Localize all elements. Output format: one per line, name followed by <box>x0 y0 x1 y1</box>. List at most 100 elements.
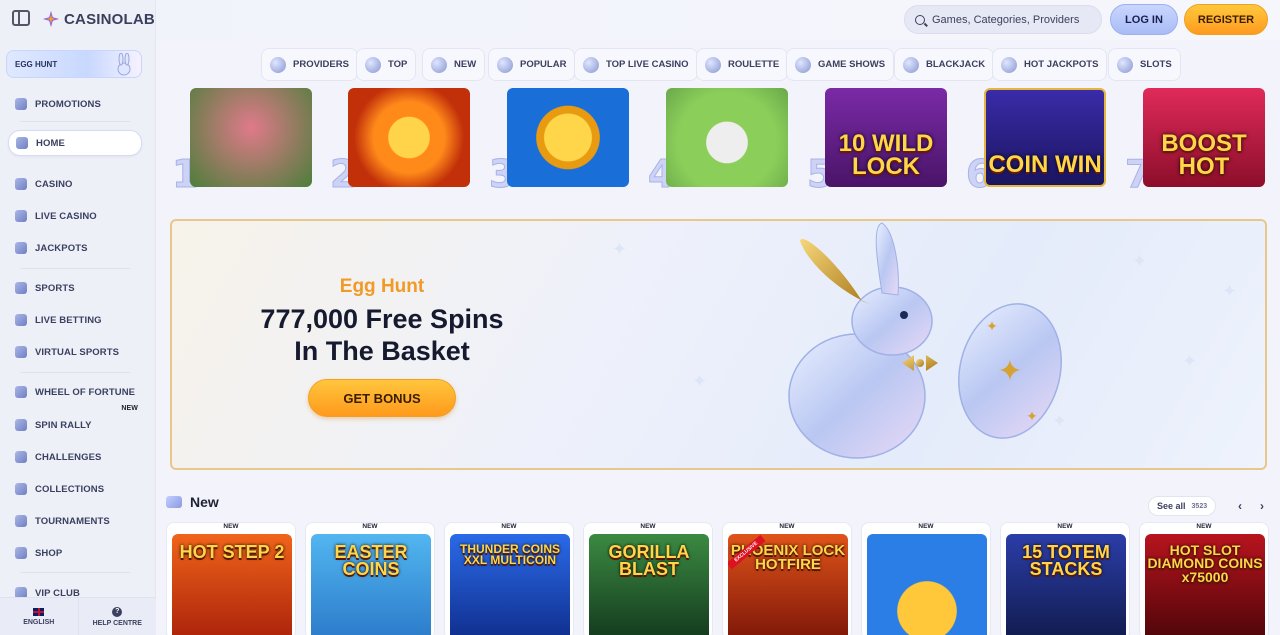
game-thumbnail[interactable]: HOT SLOT DIAMOND COINS x75000 <box>1145 534 1265 635</box>
category-popular[interactable]: POPULAR <box>488 48 576 81</box>
new-game-card[interactable]: NEW EASTER COINS <box>305 522 435 635</box>
sidebar-item-shop[interactable]: SHOP <box>8 540 142 566</box>
egg-hunt-banner[interactable]: ✦ ✦ ✦ ✦ ✦ ✦ Egg Hunt 777,000 Free Spins … <box>170 219 1267 470</box>
new-game-card[interactable]: NEW THUNDER COINS XXL MULTICOIN <box>444 522 574 635</box>
get-bonus-button[interactable]: GET BONUS <box>308 379 456 417</box>
divider <box>20 268 130 269</box>
category-hot-jackpots[interactable]: HOT JACKPOTS <box>992 48 1108 81</box>
sidebar-item-challenges[interactable]: CHALLENGES <box>8 444 142 470</box>
svg-text:✦: ✦ <box>1026 408 1038 424</box>
sidebar-item-promotions[interactable]: PROMOTIONS <box>8 91 142 117</box>
top-bar: Games, Categories, Providers LOG IN REGI… <box>156 0 1280 40</box>
sidebar-item-tournaments[interactable]: TOURNAMENTS <box>8 508 142 534</box>
sidebar-item-wheel-of-fortune[interactable]: WHEEL OF FORTUNE <box>8 379 142 405</box>
login-button[interactable]: LOG IN <box>1110 4 1178 35</box>
game-thumbnail[interactable]: THUNDER COINS XXL MULTICOIN <box>450 534 570 635</box>
new-game-card[interactable]: NEW EXCLUSIVE PHOENIX LOCK HOTFIRE <box>722 522 852 635</box>
top-games-row: 1 2 3 4 5 10 WILD LOCK 6 COIN WIN 7 BOOS… <box>170 86 1280 197</box>
category-top[interactable]: TOP <box>356 48 417 81</box>
top-game-card[interactable]: 3 <box>487 86 634 197</box>
search-placeholder: Games, Categories, Providers <box>932 13 1080 26</box>
top-game-card[interactable]: 7 BOOST HOT <box>1123 86 1270 197</box>
category-top-live-casino[interactable]: TOP LIVE CASINO <box>574 48 698 81</box>
top-game-card[interactable]: 1 <box>170 86 317 197</box>
new-game-card[interactable]: NEW 15 TOTEM STACKS <box>1000 522 1130 635</box>
category-blackjack[interactable]: BLACKJACK <box>894 48 995 81</box>
game-thumbnail[interactable] <box>666 88 788 187</box>
new-badge: NEW <box>223 523 239 530</box>
top-game-card[interactable]: 4 <box>646 86 793 197</box>
top-icon <box>365 56 381 73</box>
game-title: THUNDER COINS XXL MULTICOIN <box>459 542 560 568</box>
search-input[interactable]: Games, Categories, Providers <box>904 5 1102 34</box>
see-all-button[interactable]: See all 3523 <box>1148 496 1217 516</box>
game-thumbnail[interactable] <box>348 88 470 187</box>
blackjack-icon <box>903 56 919 73</box>
category-new[interactable]: NEW <box>422 48 486 81</box>
game-thumbnail[interactable]: COIN WIN <box>984 88 1106 187</box>
new-game-card[interactable]: NEW HOT STEP 2 <box>166 522 296 635</box>
category-bar: PROVIDERS TOP NEW POPULAR TOP LIVE CASIN… <box>156 44 1280 84</box>
sidebar-item-virtual-sports[interactable]: VIRTUAL SPORTS <box>8 339 142 365</box>
category-label: NEW <box>454 59 477 70</box>
help-centre-button[interactable]: ? HELP CENTRE <box>77 598 157 635</box>
sidebar-item-label: COLLECTIONS <box>35 483 105 495</box>
top-game-card[interactable]: 5 10 WILD LOCK <box>805 86 952 197</box>
chevron-left-icon[interactable]: ‹ <box>1232 498 1248 514</box>
banner-title: 777,000 Free Spins In The Basket <box>172 303 592 367</box>
hot-jackpots-icon <box>1001 56 1017 73</box>
game-title: 15 TOTEM STACKS <box>1022 542 1110 580</box>
category-game-shows[interactable]: GAME SHOWS <box>786 48 895 81</box>
language-label: ENGLISH <box>23 618 55 626</box>
sidebar-item-live-betting[interactable]: LIVE BETTING <box>8 307 142 333</box>
glass-bunny-illustration: ✦ ✦ ✦ <box>788 222 1062 459</box>
egg-hunt-tile[interactable]: EGG HUNT <box>6 50 142 78</box>
game-thumbnail[interactable] <box>190 88 312 187</box>
chevron-right-icon[interactable]: › <box>1254 498 1270 514</box>
new-game-card[interactable]: NEW HOT SLOT DIAMOND COINS x75000 <box>1139 522 1269 635</box>
sidebar-item-jackpots[interactable]: JACKPOTS <box>8 235 142 261</box>
category-label: PROVIDERS <box>293 59 349 70</box>
top-game-card[interactable]: 6 COIN WIN <box>964 86 1111 197</box>
casino-icon <box>15 178 27 190</box>
divider <box>20 572 130 573</box>
category-label: SLOTS <box>1140 59 1172 70</box>
game-thumbnail[interactable] <box>507 88 629 187</box>
new-badge: NEW <box>501 523 517 530</box>
sidebar-item-label: JACKPOTS <box>35 242 88 254</box>
sidebar-item-home[interactable]: HOME <box>8 130 142 156</box>
new-game-card[interactable]: NEW GORILLA BLAST <box>583 522 713 635</box>
sidebar-toggle-icon[interactable] <box>12 10 30 26</box>
game-thumbnail[interactable]: EASTER COINS <box>311 534 431 635</box>
category-providers[interactable]: PROVIDERS <box>261 48 358 81</box>
category-slots[interactable]: SLOTS <box>1108 48 1181 81</box>
wheel-icon <box>15 386 27 398</box>
top-game-card[interactable]: 2 <box>328 86 475 197</box>
game-thumbnail[interactable]: HOT STEP 2 <box>172 534 292 635</box>
language-selector[interactable]: ENGLISH <box>0 598 78 635</box>
new-badge: NEW <box>779 523 795 530</box>
banner-title-line: 777,000 Free Spins <box>260 304 504 334</box>
sidebar-item-label: LIVE CASINO <box>35 210 97 222</box>
logo-text: CASINOLAB <box>64 10 155 28</box>
sidebar-item-spin-rally[interactable]: SPIN RALLY NEW <box>8 405 142 438</box>
game-thumbnail[interactable]: BOOST HOT <box>1143 88 1265 187</box>
sidebar-item-live-casino[interactable]: LIVE CASINO <box>8 203 142 229</box>
game-thumbnail[interactable]: 15 TOTEM STACKS <box>1006 534 1126 635</box>
sidebar-item-sports[interactable]: SPORTS <box>8 275 142 301</box>
divider <box>20 121 130 122</box>
sidebar-item-casino[interactable]: CASINO <box>8 171 142 197</box>
game-thumbnail[interactable] <box>867 534 987 635</box>
category-roulette[interactable]: ROULETTE <box>696 48 789 81</box>
bunny-icon <box>113 52 135 77</box>
sports-icon <box>15 282 27 294</box>
new-game-card[interactable]: NEW <box>861 522 991 635</box>
logo[interactable]: CASINOLAB <box>42 8 155 30</box>
game-shows-icon <box>795 56 811 73</box>
egg-hunt-label: EGG HUNT <box>15 59 58 69</box>
game-thumbnail[interactable]: GORILLA BLAST <box>589 534 709 635</box>
register-button[interactable]: REGISTER <box>1184 4 1268 35</box>
game-thumbnail[interactable]: 10 WILD LOCK <box>825 88 947 187</box>
sidebar-item-collections[interactable]: COLLECTIONS <box>8 476 142 502</box>
game-thumbnail[interactable]: EXCLUSIVE PHOENIX LOCK HOTFIRE <box>728 534 848 635</box>
